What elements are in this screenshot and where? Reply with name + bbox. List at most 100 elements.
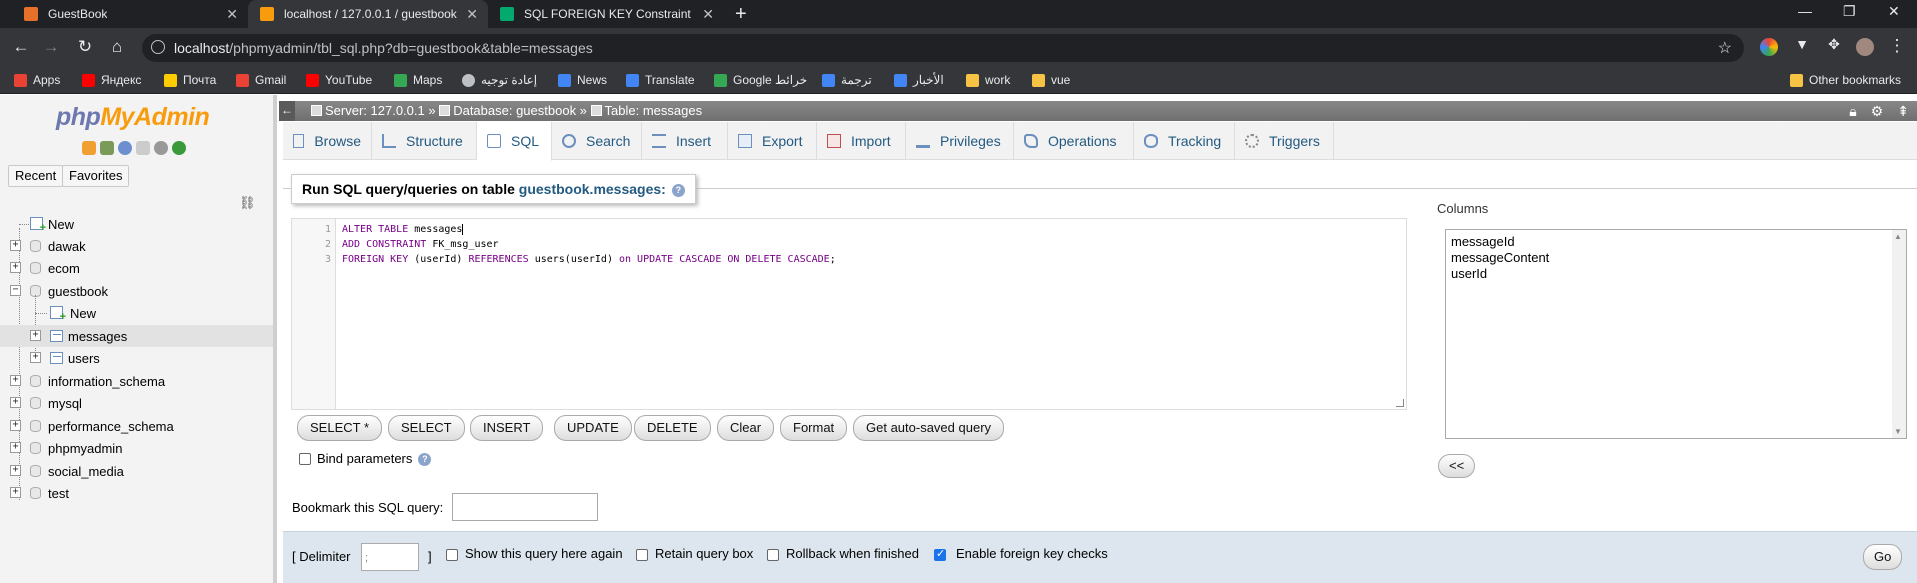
gear-icon[interactable] xyxy=(154,141,168,155)
bookmark-news-ar[interactable]: الأخبار xyxy=(894,73,944,87)
bookmark-apps[interactable]: Apps xyxy=(14,73,60,87)
show-query-again-checkbox[interactable] xyxy=(446,549,458,561)
window-close-icon[interactable]: ✕ xyxy=(1888,3,1900,20)
column-option[interactable]: messageId xyxy=(1451,234,1515,249)
columns-listbox[interactable]: messageId messageContent userId ▲ ▼ xyxy=(1445,229,1907,439)
tree-item-new[interactable]: New xyxy=(0,213,273,235)
tab-privileges[interactable]: Privileges xyxy=(906,122,1014,160)
expand-plus-icon[interactable]: + xyxy=(10,262,21,273)
tab-operations[interactable]: Operations xyxy=(1014,122,1134,160)
delete-button[interactable]: DELETE xyxy=(634,415,711,441)
tree-item-ecom[interactable]: + ecom xyxy=(0,257,273,279)
tree-item-guestbook-new[interactable]: New xyxy=(0,302,273,324)
extension-color-icon[interactable] xyxy=(1760,38,1778,56)
get-auto-saved-query-button[interactable]: Get auto-saved query xyxy=(853,415,1005,441)
logout-icon[interactable] xyxy=(100,141,114,155)
tab-tracking[interactable]: Tracking xyxy=(1134,122,1235,160)
expand-plus-icon[interactable]: + xyxy=(10,487,21,498)
recent-button[interactable]: Recent xyxy=(8,165,64,187)
select-star-button[interactable]: SELECT * xyxy=(297,415,383,441)
tab-insert[interactable]: Insert xyxy=(642,122,728,160)
bookmark-pochta[interactable]: Почта xyxy=(164,73,216,87)
link-chain-icon[interactable]: ⛓ xyxy=(239,195,256,211)
bookmark-translate[interactable]: Translate xyxy=(626,73,695,87)
select-button[interactable]: SELECT xyxy=(388,415,465,441)
tree-item-performance-schema[interactable]: + performance_schema xyxy=(0,415,273,437)
breadcrumb-server[interactable]: Server: 127.0.0.1 » xyxy=(325,103,436,118)
rollback-checkbox[interactable] xyxy=(767,549,779,561)
tab-sql[interactable]: SQL xyxy=(477,122,552,161)
extensions-puzzle-icon[interactable]: ✥ xyxy=(1823,36,1845,53)
tab-export[interactable]: Export xyxy=(728,122,817,160)
tree-item-phpmyadmin[interactable]: + phpmyadmin xyxy=(0,437,273,459)
clear-button[interactable]: Clear xyxy=(717,415,775,441)
browser-tab-sql-fk[interactable]: SQL FOREIGN KEY Constraint ✕ xyxy=(488,0,724,28)
extension-vue-icon[interactable]: ▼ xyxy=(1791,36,1813,52)
bookmark-youtube[interactable]: YouTube xyxy=(306,73,372,87)
tab-search[interactable]: Search xyxy=(552,122,642,160)
expand-plus-icon[interactable]: + xyxy=(30,330,41,341)
sql-query-editor[interactable]: 1 2 3 ALTER TABLE messages ADD CONSTRAIN… xyxy=(291,218,1407,410)
help-icon[interactable] xyxy=(118,141,132,155)
browser-tab-guestbook[interactable]: GuestBook ✕ xyxy=(12,0,248,28)
favorites-button[interactable]: Favorites xyxy=(62,165,130,187)
delimiter-input[interactable]: ; xyxy=(361,543,419,571)
tree-item-test[interactable]: + test xyxy=(0,482,273,504)
bookmark-query-input[interactable] xyxy=(452,493,598,521)
column-option[interactable]: userId xyxy=(1451,266,1487,281)
expand-plus-icon[interactable]: + xyxy=(30,352,41,363)
bookmark-google-maps-ar[interactable]: Google خرائط xyxy=(714,73,807,87)
collapse-nav-arrow-icon[interactable]: ← xyxy=(279,101,295,121)
tree-item-mysql[interactable]: + mysql xyxy=(0,392,273,414)
home-icon[interactable]: ⌂ xyxy=(106,37,128,57)
scroll-down-icon[interactable]: ▼ xyxy=(1894,427,1902,436)
bookmark-folder-work[interactable]: work xyxy=(966,73,1010,87)
go-button[interactable]: Go xyxy=(1863,544,1903,570)
tree-item-messages[interactable]: + messages xyxy=(0,325,273,347)
reload-icon[interactable]: ↻ xyxy=(74,37,96,57)
collapse-up-icon[interactable]: ⇞ xyxy=(1897,103,1909,120)
close-icon[interactable]: ✕ xyxy=(466,6,478,23)
insert-button[interactable]: INSERT xyxy=(470,415,544,441)
site-info-icon[interactable] xyxy=(151,40,165,54)
browser-tab-phpmyadmin[interactable]: localhost / 127.0.0.1 / guestbook ✕ xyxy=(248,0,488,28)
resize-handle[interactable] xyxy=(1396,399,1404,407)
bookmark-maps[interactable]: Maps xyxy=(394,73,442,87)
expand-plus-icon[interactable]: + xyxy=(10,397,21,408)
help-icon[interactable]: ? xyxy=(671,184,685,197)
expand-plus-icon[interactable]: + xyxy=(10,375,21,386)
column-option[interactable]: messageContent xyxy=(1451,250,1549,265)
tab-structure[interactable]: Structure xyxy=(372,122,477,160)
phpmyadmin-logo[interactable]: phpMyAdmin xyxy=(56,103,210,132)
tab-import[interactable]: Import xyxy=(817,122,906,160)
breadcrumb-database[interactable]: Database: guestbook » xyxy=(453,103,587,118)
tree-item-information-schema[interactable]: + information_schema xyxy=(0,370,273,392)
expand-plus-icon[interactable]: + xyxy=(10,442,21,453)
help-icon[interactable]: ? xyxy=(418,453,432,466)
bookmark-redirect[interactable]: إعادة توجيه xyxy=(462,73,537,87)
back-arrow-icon[interactable]: ← xyxy=(10,37,32,57)
breadcrumb-table[interactable]: Table: messages xyxy=(605,103,703,118)
minimize-icon[interactable]: — xyxy=(1798,3,1812,19)
tree-item-guestbook[interactable]: − guestbook xyxy=(0,280,273,302)
tree-item-users[interactable]: + users xyxy=(0,347,273,369)
forward-arrow-icon[interactable]: → xyxy=(40,37,62,57)
restore-icon[interactable]: ❐ xyxy=(1843,3,1856,20)
tree-item-dawak[interactable]: + dawak xyxy=(0,235,273,257)
profile-avatar[interactable] xyxy=(1856,38,1874,56)
gear-icon[interactable]: ⚙ xyxy=(1871,103,1884,120)
columns-scrollbar[interactable]: ▲ ▼ xyxy=(1892,230,1906,438)
close-icon[interactable]: ✕ xyxy=(226,6,238,23)
retain-query-box-checkbox[interactable] xyxy=(636,549,648,561)
address-bar[interactable]: localhost/phpmyadmin/tbl_sql.php?db=gues… xyxy=(142,34,1744,62)
lock-icon[interactable]: 🔒︎ xyxy=(1849,103,1856,120)
bookmark-folder-vue[interactable]: vue xyxy=(1032,73,1070,87)
expand-plus-icon[interactable]: + xyxy=(10,420,21,431)
expand-plus-icon[interactable]: + xyxy=(10,240,21,251)
format-button[interactable]: Format xyxy=(780,415,848,441)
reload-icon[interactable] xyxy=(172,141,186,155)
bookmark-star-icon[interactable]: ☆ xyxy=(1718,38,1732,58)
collapse-minus-icon[interactable]: − xyxy=(10,285,21,296)
bookmark-translate-ar[interactable]: ترجمة xyxy=(822,73,872,87)
enable-fk-checks-checkbox[interactable] xyxy=(934,547,946,561)
